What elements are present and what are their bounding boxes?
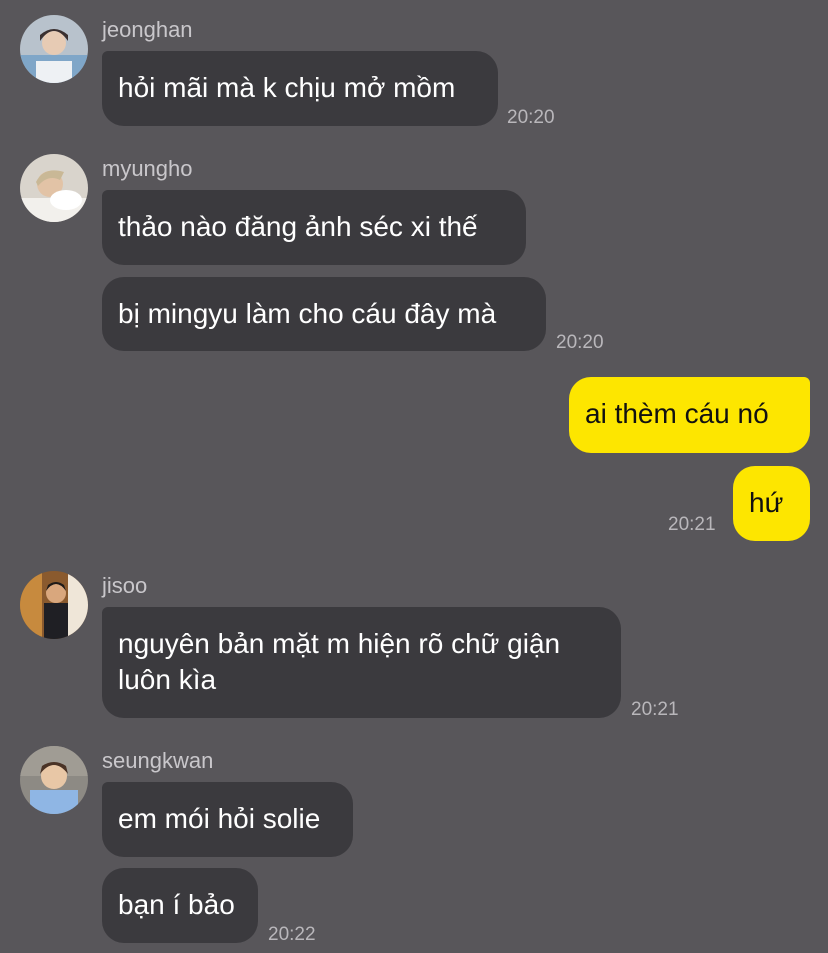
sender-name: jisoo [102, 573, 148, 598]
seungkwan-avatar-icon [20, 746, 88, 814]
my-message-bubble[interactable]: hứ [733, 466, 810, 541]
message-time: 20:20 [556, 332, 604, 353]
jisoo-avatar-icon [20, 571, 88, 639]
seungkwan-avatar[interactable] [20, 746, 88, 814]
message-time: 20:22 [268, 924, 316, 945]
sender-name: myungho [102, 156, 193, 181]
jisoo-avatar[interactable] [20, 571, 88, 639]
jeonghan-avatar[interactable] [20, 15, 88, 83]
message-bubble[interactable]: hỏi mãi mà k chịu mở mồm [102, 51, 498, 126]
message-time: 20:21 [631, 699, 679, 720]
message-bubble[interactable]: em mói hỏi solie [102, 782, 353, 857]
message-bubble[interactable]: bị mingyu làm cho cáu đây mà [102, 277, 546, 351]
message-bubble[interactable]: thảo nào đăng ảnh séc xi thế [102, 190, 526, 265]
sender-name: seungkwan [102, 748, 214, 773]
myungho-avatar-icon [20, 154, 88, 222]
sender-name: jeonghan [102, 17, 193, 42]
message-bubble[interactable]: bạn í bảo [102, 868, 258, 943]
myungho-avatar[interactable] [20, 154, 88, 222]
jeonghan-avatar-icon [20, 15, 88, 83]
message-time: 20:21 [668, 514, 716, 535]
my-message-bubble[interactable]: ai thèm cáu nó [569, 377, 810, 453]
message-bubble[interactable]: nguyên bản mặt m hiện rõ chữ giận luôn k… [102, 607, 621, 718]
message-time: 20:20 [507, 107, 555, 128]
